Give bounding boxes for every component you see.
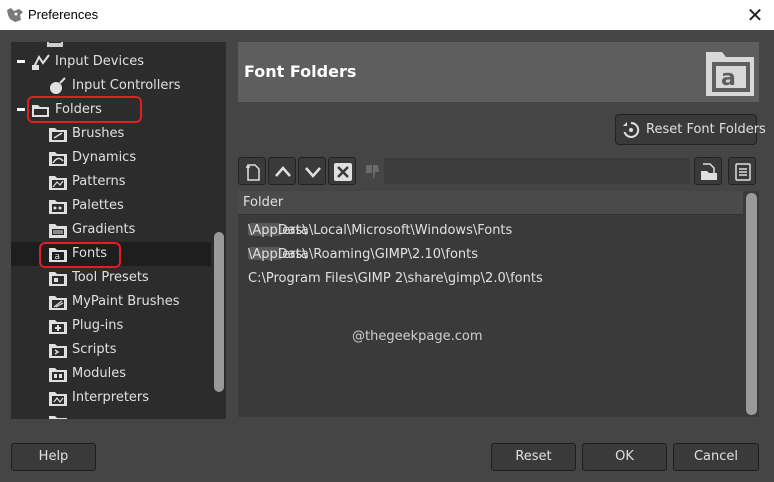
modules-icon <box>49 368 67 382</box>
tool-presets-icon <box>49 272 67 286</box>
palettes-icon <box>49 200 67 214</box>
folder-path-input[interactable] <box>384 158 690 184</box>
input-controllers-icon <box>50 77 66 94</box>
folder-row[interactable]: C:\Users\\AppData\Local\Microsoft\Window… <box>238 215 743 239</box>
tree-item-input-controllers[interactable]: Input Controllers <box>11 74 211 98</box>
folder-list-scrollbar-thumb[interactable] <box>746 193 757 415</box>
gradients-icon <box>49 224 67 238</box>
page-title: Font Folders <box>244 62 357 81</box>
folder-row[interactable]: C:\Users\\AppData\Roaming\GIMP\2.10\font… <box>238 239 743 263</box>
tree-item-brushes[interactable]: Brushes <box>11 122 211 146</box>
interpreters-icon <box>49 392 67 406</box>
collapse-icon[interactable] <box>17 108 25 111</box>
tree-item-label: Patterns <box>72 174 126 189</box>
tree-item-plug-ins[interactable]: Plug-ins <box>11 314 211 338</box>
watermark: @thegeekpage.com <box>352 329 483 344</box>
folder-list-scrollbar[interactable] <box>744 191 759 417</box>
plug-ins-icon <box>49 320 67 334</box>
font-folder-icon: a <box>706 52 754 96</box>
folder-row[interactable]: C:\Program Files\GIMP 2\share\gimp\2.0\f… <box>238 263 743 287</box>
partial-item-icon <box>49 416 67 419</box>
tree-item-label: Interpreters <box>72 390 150 405</box>
tree-item-label: Scripts <box>72 342 117 357</box>
cancel-button[interactable]: Cancel <box>673 443 759 471</box>
folder-toolbar <box>238 157 759 187</box>
title-bar: Preferences ✕ <box>0 0 774 30</box>
thumbs-down-icon <box>366 165 379 178</box>
scripts-icon <box>49 344 67 358</box>
tree-scrollbar-thumb[interactable] <box>214 232 224 392</box>
tree-item-label: Dynamics <box>72 150 137 165</box>
tree-item-scripts[interactable]: Scripts <box>11 338 211 362</box>
brushes-icon <box>49 128 67 142</box>
delete-icon <box>334 163 352 181</box>
arrow-down-icon <box>305 167 321 178</box>
new-document-icon <box>246 164 260 181</box>
partial-item-icon <box>47 42 63 47</box>
edit-folder-button[interactable] <box>728 157 756 185</box>
reset-button[interactable]: Reset <box>491 443 576 471</box>
help-button[interactable]: Help <box>11 443 96 471</box>
reset-font-folders-label: Reset Font Folders <box>646 122 766 137</box>
tree-item-label: Modules <box>72 366 127 381</box>
tree-item-input-devices[interactable]: Input Devices <box>11 50 211 74</box>
reset-icon <box>623 121 640 138</box>
tree-item-label: Plug-ins <box>72 318 124 333</box>
tree-scrollbar[interactable] <box>212 42 226 419</box>
folders-highlight <box>27 96 142 123</box>
gimp-logo-icon <box>7 8 23 22</box>
collapse-icon[interactable] <box>17 60 25 63</box>
fonts-highlight <box>39 242 121 268</box>
dynamics-icon <box>49 152 67 166</box>
delete-folder-button[interactable] <box>328 157 356 185</box>
tree-item-interpreters[interactable]: Interpreters <box>11 386 211 410</box>
folder-list: Folder C:\Users\\AppData\Local\Microsoft… <box>238 191 759 417</box>
input-devices-icon <box>32 54 50 70</box>
browse-folder-button[interactable] <box>694 157 722 185</box>
tree-item-modules[interactable]: Modules <box>11 362 211 386</box>
patterns-icon <box>49 176 67 190</box>
svg-text:a: a <box>721 66 736 91</box>
folder-column-header[interactable]: Folder <box>238 191 743 215</box>
close-icon[interactable]: ✕ <box>744 4 766 26</box>
tree-item-label: Palettes <box>72 198 124 213</box>
tree-item-label: Brushes <box>72 126 125 141</box>
ok-button[interactable]: OK <box>582 443 667 471</box>
move-up-button[interactable] <box>268 157 296 185</box>
column-header-label: Folder <box>243 195 284 210</box>
mypaint-brushes-icon <box>49 296 67 310</box>
reset-font-folders-button[interactable]: Reset Font Folders <box>615 114 766 145</box>
preferences-body: Input Devices Input Controllers Folders … <box>0 30 774 482</box>
open-folder-icon <box>701 163 717 180</box>
move-down-button[interactable] <box>298 157 326 185</box>
panel-header: Font Folders a <box>238 42 759 102</box>
tree-item-patterns[interactable]: Patterns <box>11 170 211 194</box>
tree-item-label: MyPaint Brushes <box>72 294 180 309</box>
add-folder-button[interactable] <box>238 157 266 185</box>
mark-button[interactable] <box>358 157 386 185</box>
tree-item-label: Input Controllers <box>72 78 181 93</box>
tree-item-dynamics[interactable]: Dynamics <box>11 146 211 170</box>
tree-item-tool-presets[interactable]: Tool Presets <box>11 266 211 290</box>
tree-item-palettes[interactable]: Palettes <box>11 194 211 218</box>
arrow-up-icon <box>275 166 291 177</box>
tree-item-cut-off-bottom[interactable] <box>11 410 211 419</box>
tree-item-gradients[interactable]: Gradients <box>11 218 211 242</box>
folder-list-icon <box>735 163 751 181</box>
tree-item-label: Gradients <box>72 222 136 237</box>
tree-item-mypaint-brushes[interactable]: MyPaint Brushes <box>11 290 211 314</box>
tree-item-label: Tool Presets <box>72 270 149 285</box>
window-title: Preferences <box>28 7 99 22</box>
tree-item-label: Input Devices <box>55 54 145 69</box>
